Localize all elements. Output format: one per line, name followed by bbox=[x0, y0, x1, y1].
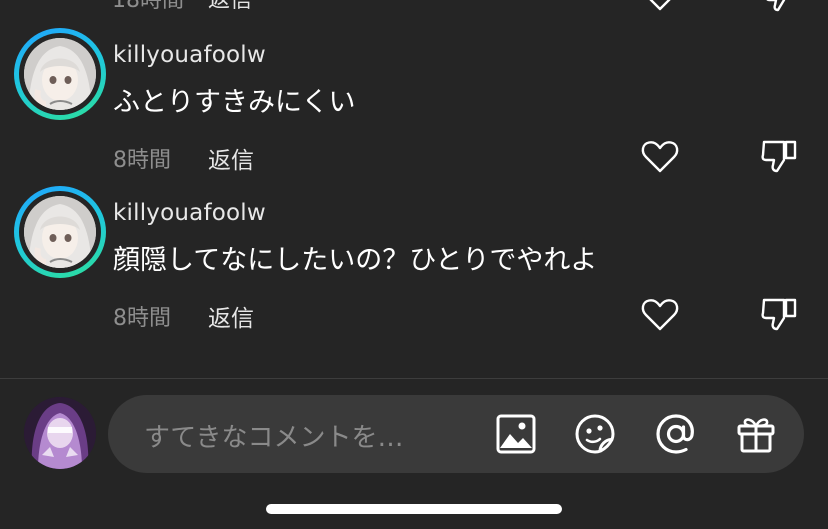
sticker-icon[interactable] bbox=[573, 412, 617, 456]
reply-button[interactable]: 返信 bbox=[208, 0, 252, 14]
dislike-icon[interactable] bbox=[762, 0, 798, 14]
home-indicator[interactable] bbox=[266, 504, 562, 514]
user-avatar[interactable] bbox=[14, 186, 106, 278]
dislike-icon[interactable] bbox=[758, 136, 802, 176]
heart-icon[interactable] bbox=[640, 136, 680, 176]
comment-username[interactable]: killyouafoolw bbox=[113, 42, 266, 68]
image-icon[interactable] bbox=[494, 412, 538, 456]
dislike-icon[interactable] bbox=[758, 294, 802, 334]
comment-time: 8時間 bbox=[113, 148, 171, 173]
avatar-image bbox=[24, 196, 96, 268]
mention-icon[interactable] bbox=[654, 412, 698, 456]
reply-button[interactable]: 返信 bbox=[208, 299, 254, 333]
heart-icon[interactable] bbox=[642, 0, 678, 14]
gift-icon[interactable] bbox=[734, 412, 778, 456]
previous-comment-meta: 18時間 返信 bbox=[0, 0, 828, 14]
my-avatar[interactable] bbox=[24, 397, 96, 469]
comment-time: 8時間 bbox=[113, 306, 171, 331]
comment-text: ふとりすきみにくい bbox=[113, 87, 356, 118]
heart-icon[interactable] bbox=[640, 294, 680, 334]
comment-text: 顔隠してなにしたいの？ひとりでやれよ bbox=[113, 245, 598, 276]
comment-input[interactable]: すてきなコメントを… bbox=[108, 395, 804, 473]
avatar-image bbox=[24, 38, 96, 110]
comment-input-placeholder: すてきなコメントを… bbox=[144, 423, 404, 453]
reply-button[interactable]: 返信 bbox=[208, 141, 254, 175]
comment-time: 18時間 bbox=[112, 0, 184, 13]
composer-divider bbox=[0, 378, 828, 379]
comment-item: killyouafoolw ふとりすきみにくい 8時間 返信 bbox=[0, 28, 828, 178]
comment-item: killyouafoolw 顔隠してなにしたいの？ひとりでやれよ 8時間 返信 bbox=[0, 186, 828, 336]
comment-username[interactable]: killyouafoolw bbox=[113, 200, 266, 226]
user-avatar[interactable] bbox=[14, 28, 106, 120]
